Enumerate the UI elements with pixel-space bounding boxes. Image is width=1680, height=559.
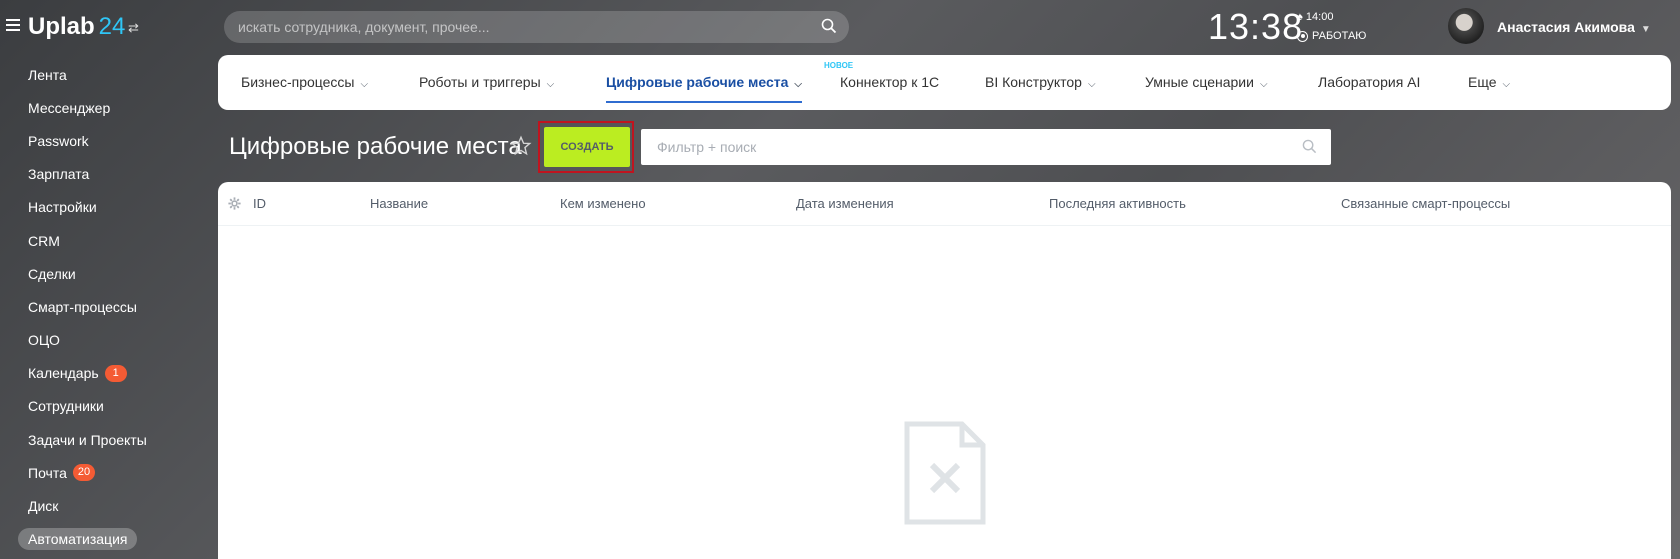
column-header-modified-by[interactable]: Кем изменено xyxy=(560,196,646,211)
tab-label: Роботы и триггеры xyxy=(419,74,541,90)
sidebar-item-label: Диск xyxy=(28,498,59,515)
tab-business-processes[interactable]: Бизнес-процессы ⌵ xyxy=(241,55,368,110)
tab-label: Умные сценарии xyxy=(1145,74,1254,90)
tab-digital-workplaces[interactable]: Цифровые рабочие места ⌵ xyxy=(606,55,803,110)
column-header-id[interactable]: ID xyxy=(253,196,266,211)
search-icon[interactable] xyxy=(821,18,837,34)
chevron-down-icon: ⌵ xyxy=(1087,79,1096,90)
sidebar-item-label: Календарь xyxy=(28,365,99,382)
sidebar-item-label: Passwork xyxy=(28,132,89,149)
sidebar-item-label: Смарт-процессы xyxy=(28,298,137,315)
logo-text: Uplab xyxy=(28,13,95,40)
alarm-time: 14:00 xyxy=(1305,11,1334,23)
swap-icon[interactable]: ⇄ xyxy=(128,20,139,36)
gear-icon[interactable] xyxy=(228,197,241,210)
create-button[interactable]: СОЗДАТЬ xyxy=(544,127,630,167)
sidebar-item-label: CRM xyxy=(28,232,60,249)
empty-state-icon xyxy=(904,421,986,525)
bell-icon: ♠ xyxy=(1297,11,1303,23)
tab-label: Лаборатория AI xyxy=(1318,74,1421,90)
sidebar-item-label: Автоматизация xyxy=(18,528,138,551)
sidebar-item-label: Сотрудники xyxy=(28,398,104,415)
logo[interactable]: Uplab 24 xyxy=(28,13,125,41)
sidebar-item-label: Зарплата xyxy=(28,166,90,183)
tab-ai-lab[interactable]: Лаборатория AI xyxy=(1318,55,1420,110)
sidebar-item-label: Сделки xyxy=(28,265,76,282)
create-highlight: СОЗДАТЬ xyxy=(538,121,634,173)
filter-input[interactable] xyxy=(641,129,1331,165)
page-title: Цифровые рабочие места xyxy=(229,133,522,160)
sidebar-item-salary[interactable]: Зарплата xyxy=(0,158,210,191)
data-grid: ID Название Кем изменено Дата изменения … xyxy=(218,182,1671,559)
sidebar-item-disk[interactable]: Диск xyxy=(0,489,210,522)
filter-search xyxy=(641,129,1331,165)
search-icon[interactable] xyxy=(1302,139,1317,154)
column-header-last-activity[interactable]: Последняя активность xyxy=(1049,196,1186,211)
sidebar-item-crm[interactable]: CRM xyxy=(0,224,210,257)
chevron-down-icon: ⌵ xyxy=(360,79,369,90)
top-nav: НОВОЕ Бизнес-процессы ⌵ Роботы и триггеры… xyxy=(218,55,1671,110)
column-header-modified-date[interactable]: Дата изменения xyxy=(796,196,894,211)
user-name: Анастасия Акимова xyxy=(1497,19,1635,35)
tab-1c-connector[interactable]: Коннектор к 1С xyxy=(840,55,939,110)
sidebar-item-mail[interactable]: Почта 20 xyxy=(0,456,210,489)
notification-badge: 1 xyxy=(104,364,127,382)
avatar[interactable] xyxy=(1448,8,1484,44)
star-icon[interactable] xyxy=(510,135,532,157)
sidebar-item-deals[interactable]: Сделки xyxy=(0,257,210,290)
tab-label: Еще xyxy=(1468,74,1497,90)
clock: 13:38 xyxy=(1208,6,1304,47)
sidebar-item-passwork[interactable]: Passwork xyxy=(0,124,210,157)
sidebar-item-smart-processes[interactable]: Смарт-процессы xyxy=(0,290,210,323)
tab-robots-triggers[interactable]: Роботы и триггеры ⌵ xyxy=(419,55,554,110)
work-status[interactable]: РАБОТАЮ xyxy=(1297,30,1366,42)
sidebar-item-feed[interactable]: Лента xyxy=(0,58,210,91)
sidebar-item-label: Лента xyxy=(28,66,67,83)
sidebar: Лента Мессенджер Passwork Зарплата Настр… xyxy=(0,58,210,556)
sidebar-item-label: Почта xyxy=(28,464,67,481)
column-header-name[interactable]: Название xyxy=(370,196,428,211)
chevron-down-icon: ⌵ xyxy=(794,79,803,90)
sidebar-item-settings[interactable]: Настройки xyxy=(0,191,210,224)
tab-smart-scenarios[interactable]: Умные сценарии ⌵ xyxy=(1145,55,1268,110)
tab-label: Коннектор к 1С xyxy=(840,74,940,90)
notification-badge: 20 xyxy=(72,464,96,482)
global-search xyxy=(224,11,849,43)
alarm[interactable]: ♠ 14:00 xyxy=(1297,11,1333,23)
sidebar-item-messenger[interactable]: Мессенджер xyxy=(0,91,210,124)
sidebar-item-calendar[interactable]: Календарь 1 xyxy=(0,357,210,390)
sidebar-item-oco[interactable]: ОЦО xyxy=(0,324,210,357)
column-header-linked-smart-processes[interactable]: Связанные смарт-процессы xyxy=(1341,196,1510,211)
logo-number: 24 xyxy=(98,13,126,40)
sidebar-item-label: Мессенджер xyxy=(28,99,111,116)
user-menu[interactable]: Анастасия Акимова ▼ xyxy=(1497,19,1651,35)
sidebar-item-automation[interactable]: Автоматизация xyxy=(0,523,210,556)
sidebar-item-label: Задачи и Проекты xyxy=(28,431,147,448)
table-header: ID Название Кем изменено Дата изменения … xyxy=(218,182,1671,226)
sidebar-item-label: Настройки xyxy=(28,199,97,216)
chevron-down-icon: ⌵ xyxy=(1502,79,1511,90)
hamburger-menu-icon[interactable] xyxy=(6,19,20,31)
tab-label: Цифровые рабочие места xyxy=(606,74,789,90)
top-bar: Uplab24 ⇄ 13:38 ♠ 14:00 РАБОТАЮ Анастаси… xyxy=(0,0,1680,54)
sidebar-item-tasks[interactable]: Задачи и Проекты xyxy=(0,423,210,456)
tab-label: Бизнес-процессы xyxy=(241,74,355,90)
sidebar-item-label: ОЦО xyxy=(28,332,60,349)
status-icon xyxy=(1297,30,1308,42)
chevron-down-icon: ⌵ xyxy=(1259,79,1268,90)
chevron-down-icon: ▼ xyxy=(1640,24,1651,35)
tab-label: BI Конструктор xyxy=(985,74,1082,90)
chevron-down-icon: ⌵ xyxy=(546,79,555,90)
tab-more[interactable]: Еще ⌵ xyxy=(1468,55,1510,110)
search-input[interactable] xyxy=(224,11,849,43)
work-status-label: РАБОТАЮ xyxy=(1312,30,1367,42)
sidebar-item-employees[interactable]: Сотрудники xyxy=(0,390,210,423)
tab-bi-builder[interactable]: BI Конструктор ⌵ xyxy=(985,55,1096,110)
